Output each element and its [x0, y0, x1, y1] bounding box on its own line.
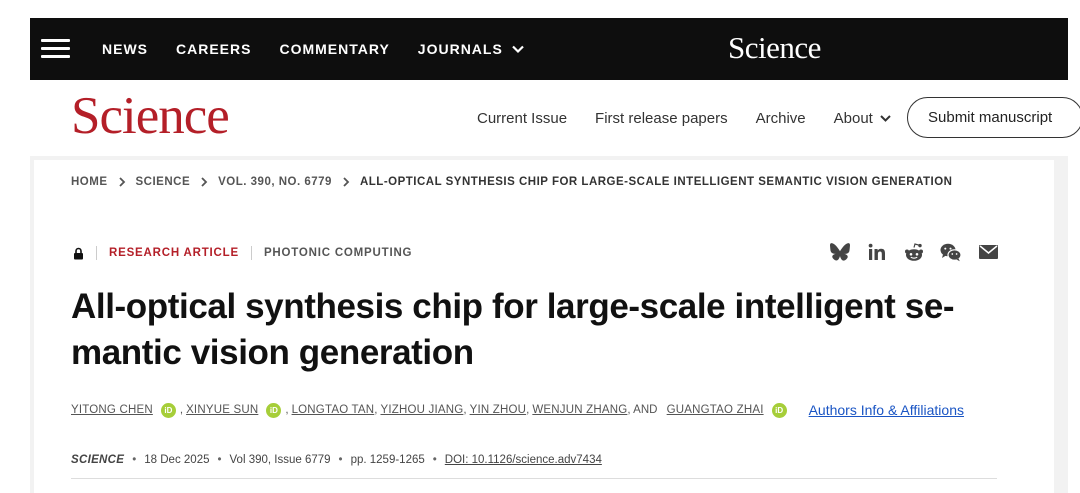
- orcid-icon[interactable]: iD: [160, 402, 176, 418]
- nav-first-release[interactable]: First release papers: [595, 110, 728, 127]
- author-list: Yitong Chen iD , Xinyue Sun iD , Longtao…: [71, 402, 964, 418]
- submit-manuscript-button[interactable]: Submit manuscript: [907, 97, 1080, 138]
- author-name[interactable]: Yitong Chen: [71, 404, 153, 416]
- share-bar: [829, 241, 1014, 263]
- chevron-right-icon: [201, 177, 208, 187]
- author-name[interactable]: Yin Zhou: [470, 404, 527, 416]
- top-nav-journals[interactable]: JOURNALS: [418, 41, 525, 57]
- science-logo[interactable]: Science: [71, 86, 230, 146]
- top-nav: NEWS CAREERS COMMENTARY JOURNALS: [102, 18, 553, 80]
- lock-icon: [74, 247, 83, 259]
- science-logo-top[interactable]: Science: [728, 30, 821, 66]
- page-range: pp. 1259-1265: [350, 454, 425, 466]
- authors-affiliations-link[interactable]: Authors Info & Affiliations: [809, 402, 964, 418]
- chevron-down-icon: [880, 114, 891, 122]
- nav-current-issue[interactable]: Current Issue: [477, 110, 567, 127]
- wechat-icon[interactable]: [940, 241, 962, 263]
- nav-archive[interactable]: Archive: [756, 110, 806, 127]
- doi-link[interactable]: DOI: 10.1126/science.adv7434: [445, 454, 602, 466]
- citation-line: SCIENCE • 18 Dec 2025 • Vol 390, Issue 6…: [71, 454, 602, 466]
- nav-label: Archive: [755, 109, 806, 127]
- chevron-right-icon: [343, 177, 350, 187]
- nav-label: First release papers: [595, 109, 728, 127]
- journal-name[interactable]: SCIENCE: [71, 454, 124, 466]
- top-nav-label: JOURNALS: [417, 41, 503, 57]
- chevron-down-icon: [512, 45, 524, 54]
- chevron-right-icon: [118, 177, 125, 187]
- nav-label: About: [833, 109, 873, 127]
- author-name[interactable]: Longtao Tan: [292, 404, 375, 416]
- article-title: All-optical synthesis chip for large-sca…: [71, 287, 955, 372]
- top-nav-label: NEWS: [102, 41, 148, 57]
- breadcrumb-home[interactable]: HOME: [71, 176, 108, 188]
- breadcrumb: HOME SCIENCE VOL. 390, NO. 6779 ALL-OPTI…: [71, 176, 953, 188]
- top-bar: NEWS CAREERS COMMENTARY JOURNALS Science: [30, 18, 1068, 80]
- linkedin-icon[interactable]: [866, 241, 888, 263]
- top-nav-news[interactable]: NEWS: [102, 41, 148, 57]
- author-separator: ,: [285, 404, 289, 416]
- reddit-icon[interactable]: [903, 241, 925, 263]
- divider-line: [71, 478, 997, 479]
- author-space: [660, 404, 663, 416]
- author-name[interactable]: Wenjun Zhang: [532, 404, 627, 416]
- orcid-icon[interactable]: iD: [771, 402, 787, 418]
- publication-date: 18 Dec 2025: [144, 454, 210, 466]
- article-subject[interactable]: PHOTONIC COMPUTING: [264, 247, 412, 259]
- top-nav-label: COMMENTARY: [279, 41, 390, 57]
- separator-dot: •: [217, 454, 222, 466]
- main-nav: Current Issue First release papers Archi…: [477, 80, 920, 156]
- author-separator: ,: [179, 404, 184, 416]
- top-nav-commentary[interactable]: COMMENTARY: [279, 41, 389, 57]
- author-separator: ,: [374, 404, 378, 416]
- author-separator: ,: [463, 404, 467, 416]
- orcid-icon[interactable]: iD: [266, 402, 282, 418]
- hamburger-menu-icon[interactable]: [41, 39, 70, 59]
- author-separator: ,: [526, 404, 530, 416]
- divider: [96, 246, 97, 260]
- author-name[interactable]: Yizhou Jiang: [380, 404, 463, 416]
- site-header: Science Current Issue First release pape…: [30, 80, 1080, 156]
- top-nav-label: CAREERS: [176, 41, 252, 57]
- volume-issue: Vol 390, Issue 6779: [229, 454, 331, 466]
- email-icon[interactable]: [977, 241, 999, 263]
- author-name[interactable]: Guangtao Zhai: [667, 404, 764, 416]
- breadcrumb-science[interactable]: SCIENCE: [136, 176, 191, 188]
- nav-label: Current Issue: [477, 109, 568, 127]
- author-and: , AND: [627, 404, 658, 416]
- breadcrumb-volume[interactable]: VOL. 390, NO. 6779: [218, 176, 332, 188]
- divider: [250, 246, 252, 260]
- top-nav-careers[interactable]: CAREERS: [176, 41, 251, 57]
- nav-about[interactable]: About: [834, 110, 892, 127]
- separator-dot: •: [432, 454, 437, 466]
- author-name[interactable]: Xinyue Sun: [186, 404, 258, 416]
- bluesky-icon[interactable]: [829, 241, 851, 263]
- separator-dot: •: [132, 454, 137, 466]
- breadcrumb-current: ALL-OPTICAL SYNTHESIS CHIP FOR LARGE-SCA…: [359, 176, 953, 188]
- article-meta: RESEARCH ARTICLE PHOTONIC COMPUTING: [73, 244, 412, 262]
- separator-dot: •: [338, 454, 343, 466]
- article-type[interactable]: RESEARCH ARTICLE: [109, 247, 239, 259]
